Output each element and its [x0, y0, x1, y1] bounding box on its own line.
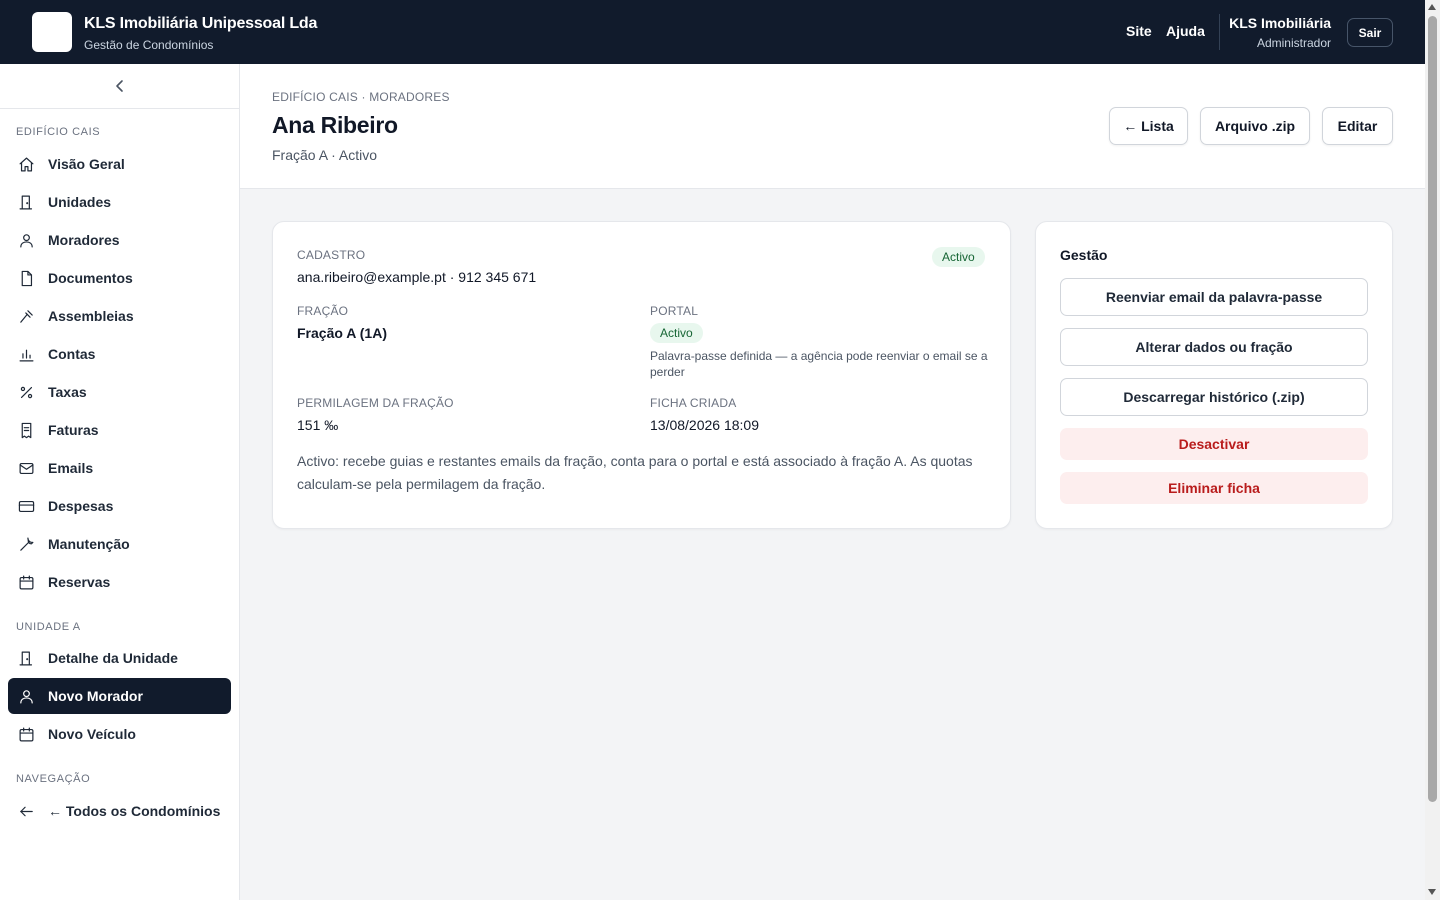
- help-link[interactable]: Ajuda: [1166, 23, 1205, 39]
- resend-password-email-button[interactable]: Reenviar email da palavra-passe: [1060, 278, 1368, 316]
- sidebar-item-new-vehicle[interactable]: Novo Veículo: [8, 716, 231, 752]
- fracao-value: Fração A (1A): [297, 325, 387, 341]
- sidebar-item-label: Documentos: [48, 270, 133, 286]
- sidebar: EDIFÍCIO CAIS Visão Geral Unidades Morad…: [0, 64, 240, 900]
- permilagem-label: PERMILAGEM DA FRAÇÃO: [297, 396, 454, 410]
- sidebar-item-new-resident[interactable]: Novo Morador: [8, 678, 231, 714]
- credit-card-icon: [18, 500, 35, 513]
- ficha-label: FICHA CRIADA: [650, 396, 737, 410]
- gavel-icon: [20, 310, 33, 323]
- sidebar-item-label: Novo Veículo: [48, 726, 136, 742]
- scroll-down-icon[interactable]: [1428, 889, 1436, 895]
- sidebar-item-accounts[interactable]: Contas: [8, 336, 231, 372]
- delete-record-button[interactable]: Eliminar ficha: [1060, 472, 1368, 504]
- user-role: Administrador: [1256, 36, 1331, 50]
- sidebar-item-label: Assembleias: [48, 308, 134, 324]
- management-title: Gestão: [1060, 247, 1108, 263]
- home-icon: [19, 157, 34, 172]
- app-subtitle: Gestão de Condomínios: [84, 38, 214, 52]
- sidebar-item-invoices[interactable]: Faturas: [8, 412, 231, 448]
- sidebar-item-bookings[interactable]: Reservas: [8, 564, 231, 600]
- sidebar-item-unit-detail[interactable]: Detalhe da Unidade: [8, 640, 231, 676]
- resident-details-card: CADASTRO ana.ribeiro@example.pt · 912 34…: [272, 221, 1011, 529]
- contact-info: ana.ribeiro@example.pt · 912 345 671: [297, 269, 537, 285]
- sidebar-item-fees[interactable]: Taxas: [8, 374, 231, 410]
- chevron-left-icon[interactable]: [112, 78, 128, 94]
- user-icon: [20, 234, 33, 248]
- scrollbar-thumb[interactable]: [1428, 16, 1437, 802]
- section-label-navigation: NAVEGAÇÃO: [16, 773, 91, 785]
- site-link[interactable]: Site: [1126, 23, 1152, 39]
- page-subtitle: Fração A · Activo: [272, 147, 378, 163]
- sidebar-item-label: Detalhe da Unidade: [48, 650, 178, 666]
- page-title: Ana Ribeiro: [272, 112, 398, 138]
- back-to-list-button[interactable]: ← Lista: [1109, 107, 1188, 145]
- sidebar-item-label: Unidades: [48, 194, 112, 210]
- sidebar-item-label: Moradores: [48, 232, 120, 248]
- percent-icon: [20, 386, 33, 399]
- sidebar-item-expenses[interactable]: Despesas: [8, 488, 231, 524]
- status-description: Activo: recebe guias e restantes emails …: [297, 453, 973, 492]
- sidebar-item-label: Novo Morador: [48, 688, 143, 704]
- deactivate-button[interactable]: Desactivar: [1060, 428, 1368, 460]
- scroll-up-icon[interactable]: [1428, 4, 1436, 10]
- edit-button[interactable]: Editar: [1322, 107, 1393, 145]
- document-icon: [21, 270, 33, 287]
- logout-button[interactable]: Sair: [1347, 18, 1393, 47]
- mail-icon: [19, 462, 34, 475]
- breadcrumb: EDIFÍCIO CAIS · MORADORES: [272, 90, 450, 104]
- sidebar-item-residents[interactable]: Moradores: [8, 222, 231, 258]
- status-badge: Activo: [932, 247, 985, 267]
- change-data-button[interactable]: Alterar dados ou fração: [1060, 328, 1368, 366]
- sidebar-item-label: Despesas: [48, 498, 114, 514]
- user-icon: [20, 690, 33, 704]
- sidebar-item-emails[interactable]: Emails: [8, 450, 231, 486]
- sidebar-item-label: Faturas: [48, 422, 99, 438]
- sidebar-item-assemblies[interactable]: Assembleias: [8, 298, 231, 334]
- sidebar-item-label: Contas: [48, 346, 96, 362]
- wrench-icon: [20, 537, 34, 551]
- portal-note: Palavra-passe definida — a agência pode …: [650, 349, 988, 379]
- ficha-value: 13/08/2026 18:09: [650, 417, 759, 433]
- receipt-icon: [21, 422, 32, 439]
- sidebar-item-all-condos[interactable]: ← Todos os Condomínios: [8, 793, 231, 829]
- fracao-label: FRAÇÃO: [297, 304, 349, 318]
- sidebar-collapse-row: [0, 64, 239, 109]
- archive-zip-button[interactable]: Arquivo .zip: [1200, 107, 1310, 145]
- sidebar-item-label: Taxas: [48, 384, 87, 400]
- portal-status-badge: Activo: [650, 323, 703, 343]
- calendar-icon: [19, 727, 34, 742]
- top-bar: KLS Imobiliária Unipessoal Lda Gestão de…: [0, 0, 1425, 64]
- sidebar-item-overview[interactable]: Visão Geral: [8, 146, 231, 182]
- building-icon: [19, 651, 33, 666]
- topbar-divider: [1219, 14, 1220, 50]
- download-history-button[interactable]: Descarregar histórico (.zip): [1060, 378, 1368, 416]
- sidebar-item-label: Visão Geral: [48, 156, 125, 172]
- sidebar-item-label: Emails: [48, 460, 94, 476]
- section-label-building: EDIFÍCIO CAIS: [16, 126, 101, 138]
- management-card: Gestão Reenviar email da palavra-passe A…: [1035, 221, 1393, 529]
- portal-label: PORTAL: [650, 304, 699, 318]
- page-header: EDIFÍCIO CAIS · MORADORES Ana Ribeiro Fr…: [240, 64, 1425, 189]
- user-name: KLS Imobiliária: [1229, 15, 1331, 31]
- sidebar-item-label: Manutenção: [48, 536, 130, 552]
- sidebar-item-documents[interactable]: Documentos: [8, 260, 231, 296]
- arrow-left-icon: [20, 806, 33, 817]
- building-icon: [19, 195, 33, 210]
- company-name: KLS Imobiliária Unipessoal Lda: [84, 15, 318, 32]
- bar-chart-icon: [19, 349, 34, 362]
- permilagem-value: 151 ‰: [297, 417, 339, 433]
- sidebar-item-maintenance[interactable]: Manutenção: [8, 526, 231, 562]
- section-label-unit: UNIDADE A: [16, 621, 81, 633]
- calendar-icon: [19, 575, 34, 590]
- sidebar-item-units[interactable]: Unidades: [8, 184, 231, 220]
- sidebar-item-label: ← Todos os Condomínios: [48, 803, 221, 819]
- company-logo[interactable]: [32, 12, 72, 52]
- cadastro-label: CADASTRO: [297, 248, 366, 262]
- sidebar-item-label: Reservas: [48, 574, 111, 590]
